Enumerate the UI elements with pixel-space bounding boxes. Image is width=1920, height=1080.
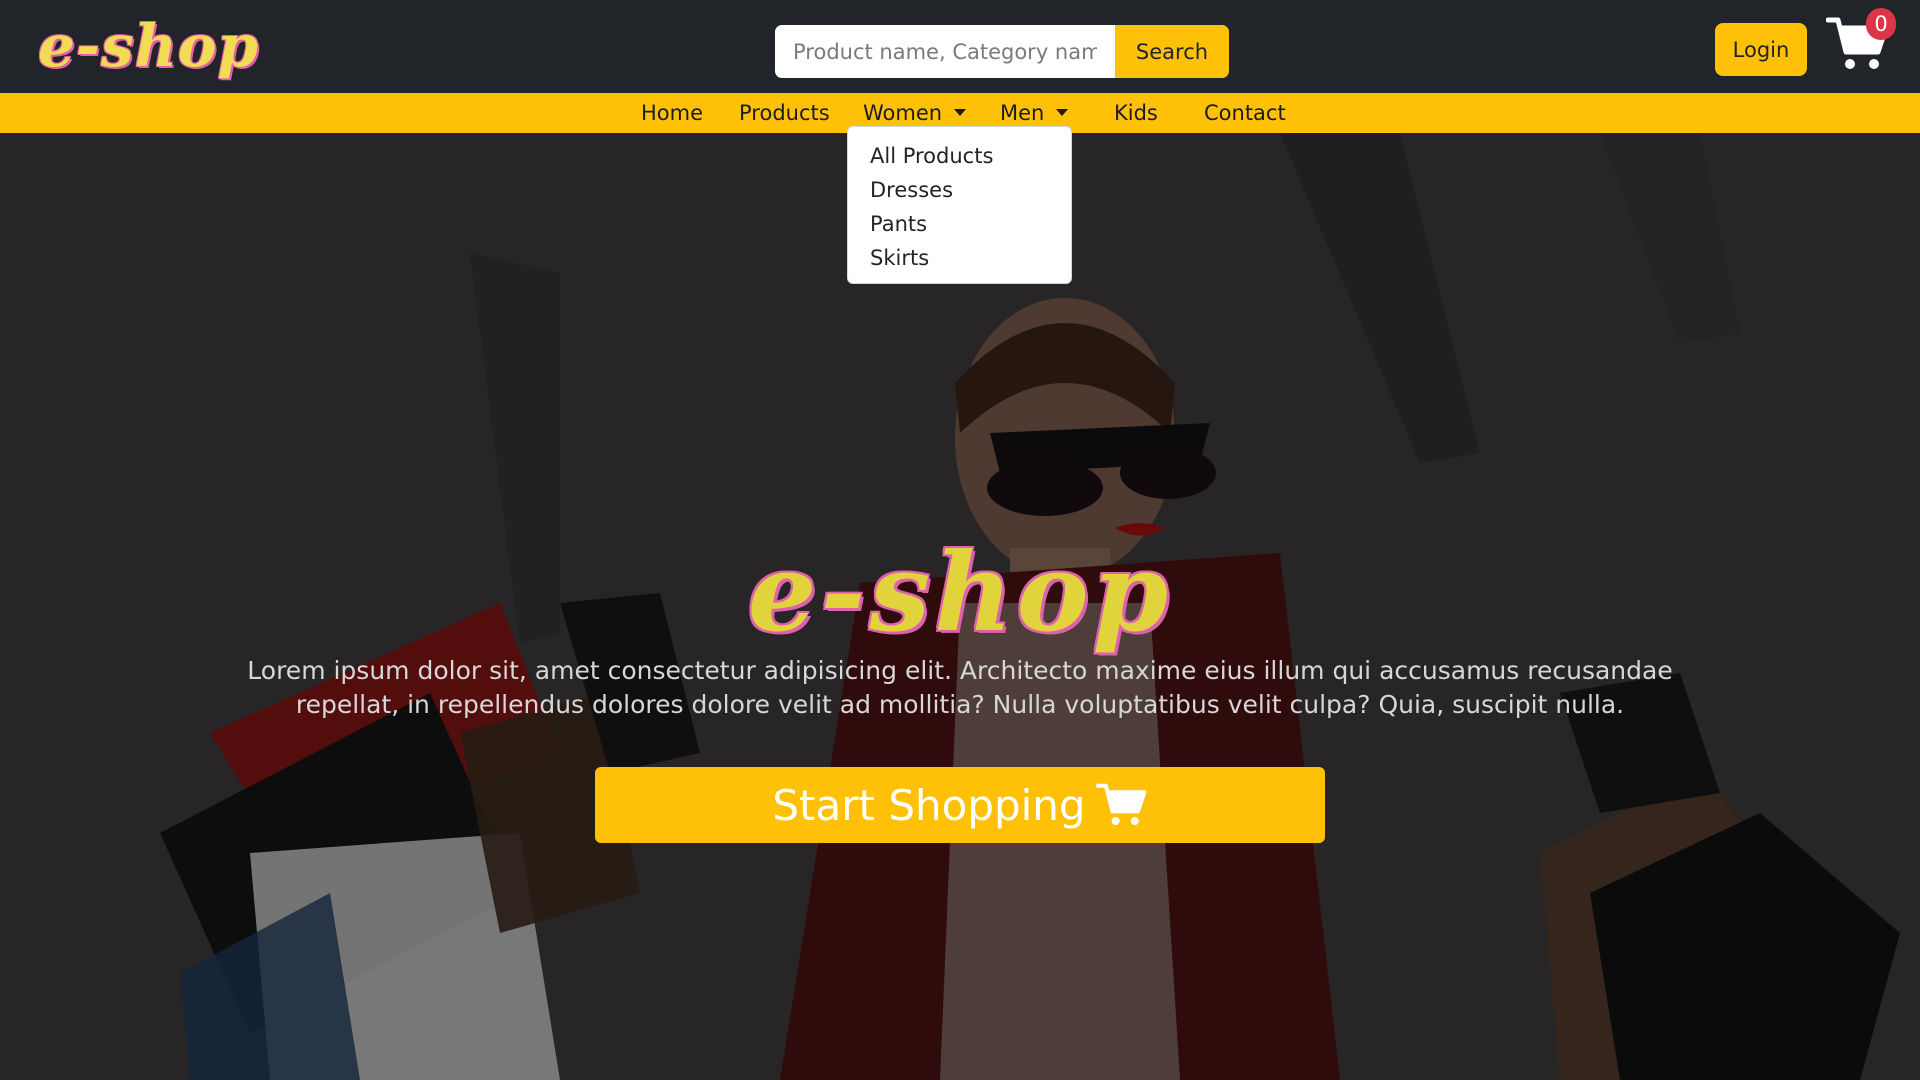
start-shopping-label: Start Shopping	[772, 780, 1086, 830]
login-button[interactable]: Login	[1715, 23, 1807, 76]
start-shopping-button[interactable]: Start Shopping	[595, 767, 1325, 843]
nav-contact[interactable]: Contact	[1204, 93, 1286, 133]
chevron-down-icon	[954, 108, 967, 116]
nav-men-label: Men	[1000, 101, 1045, 125]
dropdown-item-skirts[interactable]: Skirts	[848, 241, 1071, 275]
dropdown-item-pants[interactable]: Pants	[848, 207, 1071, 241]
nav-kids-label: Kids	[1114, 101, 1158, 125]
chevron-down-icon	[1056, 108, 1069, 116]
nav-home-label: Home	[641, 101, 704, 125]
nav-contact-label: Contact	[1204, 101, 1286, 125]
nav-kids[interactable]: Kids	[1114, 93, 1158, 133]
search-input[interactable]	[775, 25, 1115, 78]
search-bar: Search	[775, 25, 1229, 78]
dropdown-item-dresses[interactable]: Dresses	[848, 173, 1071, 207]
nav-home[interactable]: Home	[641, 93, 703, 133]
nav-women-label: Women	[863, 101, 943, 125]
hero-brand-logo: e-shop	[747, 530, 1173, 656]
top-header: e-shop Search Login 0	[0, 0, 1920, 93]
women-dropdown-menu: All Products Dresses Pants Skirts	[847, 126, 1072, 284]
brand-logo[interactable]: e-shop	[38, 10, 259, 82]
hero-description: Lorem ipsum dolor sit, amet consectetur …	[247, 656, 1673, 719]
dropdown-item-all-products[interactable]: All Products	[848, 139, 1071, 173]
search-button[interactable]: Search	[1115, 25, 1229, 78]
nav-products-label: Products	[739, 101, 830, 125]
cart-icon	[1095, 783, 1146, 825]
cart-count-badge: 0	[1866, 8, 1896, 40]
nav-products[interactable]: Products	[739, 93, 830, 133]
